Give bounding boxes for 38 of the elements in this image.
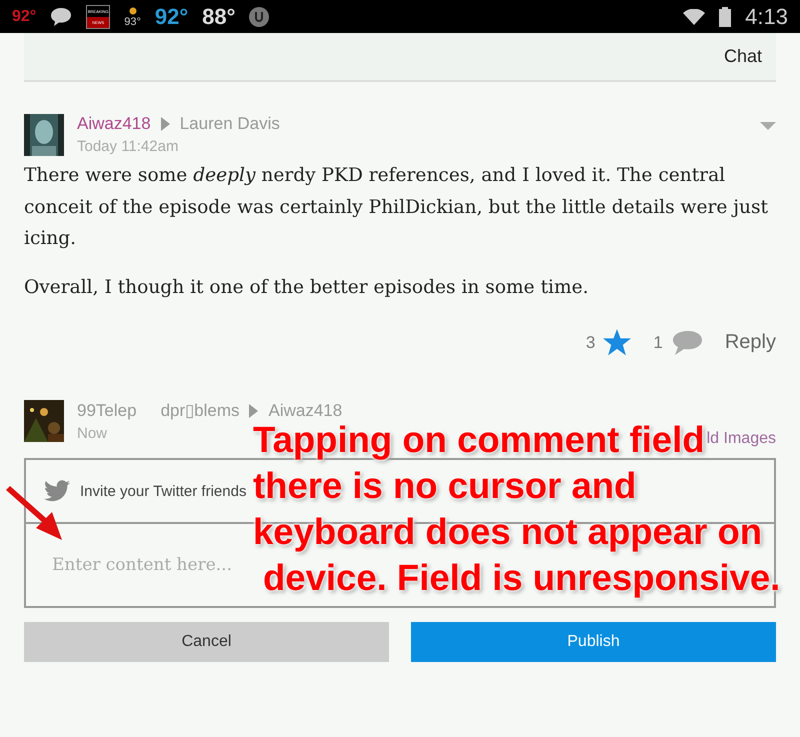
timestamp: Now (77, 425, 108, 442)
temperature: 92° (154, 4, 188, 30)
clock: 4:13 (745, 4, 788, 30)
temperature: 93° (124, 17, 141, 28)
author-name: 99Telep (77, 400, 137, 420)
annotation-text: device. Field is unresponsive. (263, 556, 780, 600)
bird-icon (44, 480, 70, 502)
recipient-name: Aiwaz418 (268, 400, 342, 420)
twitter-invite-text[interactable]: Invite your Twitter friends (80, 482, 246, 500)
chat-bubble-icon (50, 6, 72, 26)
annotation-text: Tapping on comment field (253, 418, 705, 462)
publish-button[interactable]: Publish (411, 622, 776, 662)
reply-count: 1 (653, 332, 663, 352)
author-name[interactable]: Aiwaz418 (77, 114, 151, 134)
annotation-arrow (4, 486, 64, 542)
author-alias: dpr▯blems (160, 400, 240, 421)
add-images-link[interactable]: ld Images (706, 430, 776, 448)
caret-icon (249, 404, 258, 418)
group-title: Chat (724, 45, 762, 67)
recipient-name[interactable]: Lauren Davis (180, 114, 280, 134)
comment-text: There were some deeply nerdy PKD references, and I loved it. The central conceit of the episode was certainly PhilDickian, but the little details were just icing. (24, 164, 770, 251)
cancel-button[interactable]: Cancel (24, 622, 389, 662)
chat-bubble-icon[interactable] (670, 330, 703, 356)
comment-text: Overall, I though it one of the better episodes in some time. (24, 276, 590, 300)
annotation-text: keyboard does not appear on (253, 510, 762, 554)
caret-icon (160, 117, 170, 131)
timestamp: Today 11:42am (77, 138, 178, 155)
reply-link[interactable]: Reply (724, 331, 776, 354)
battery-icon (719, 6, 732, 26)
star-icon[interactable] (603, 329, 632, 356)
temperature: 88° (202, 4, 236, 30)
dropdown-icon[interactable] (760, 122, 776, 132)
annotation-text: there is no cursor and (253, 464, 636, 508)
torrent-icon (249, 6, 270, 26)
wifi-icon (683, 8, 706, 24)
star-count: 3 (586, 332, 596, 352)
sun-icon (126, 5, 139, 17)
temperature: 92° (12, 8, 36, 26)
